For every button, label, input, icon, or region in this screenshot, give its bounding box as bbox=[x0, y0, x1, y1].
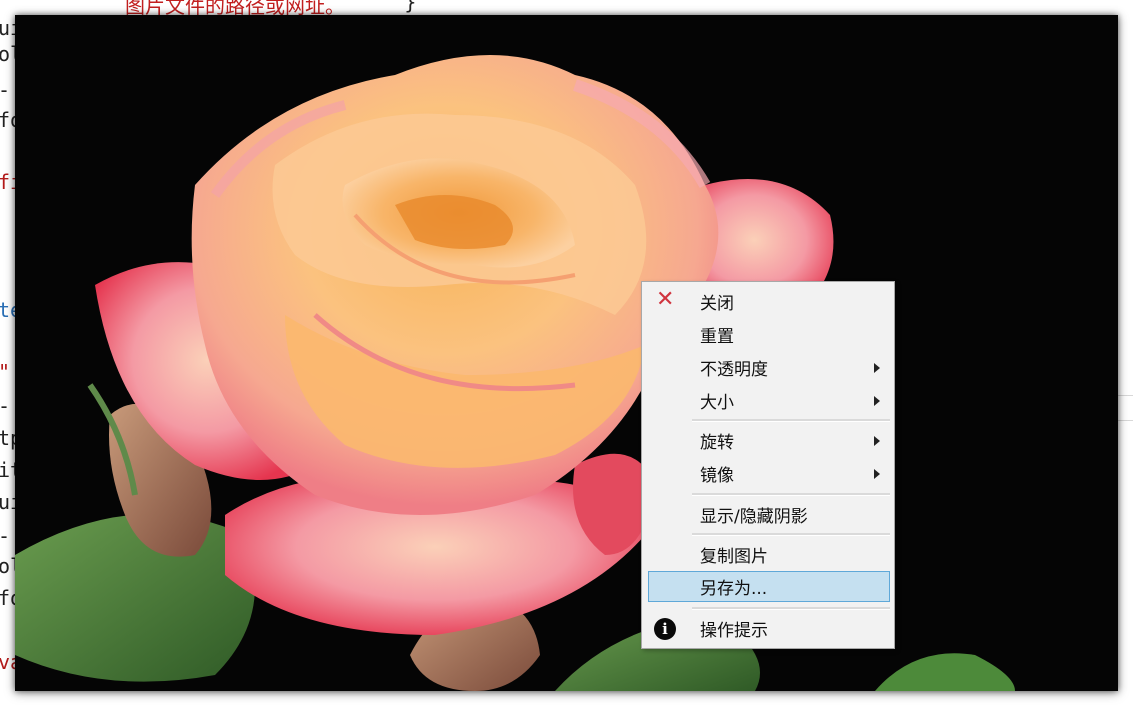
submenu-arrow-icon bbox=[874, 363, 880, 373]
menu-item-label: 另存为... bbox=[700, 579, 768, 599]
code-brace: } bbox=[404, 0, 417, 14]
menu-item-copy-image[interactable]: 复制图片 bbox=[648, 539, 890, 570]
submenu-arrow-icon bbox=[874, 436, 880, 446]
menu-item-size[interactable]: 大小 bbox=[648, 385, 890, 416]
menu-separator bbox=[692, 493, 890, 496]
menu-item-opacity[interactable]: 不透明度 bbox=[648, 352, 890, 383]
pinned-image-window[interactable] bbox=[15, 15, 1118, 691]
menu-item-reset[interactable]: 重置 bbox=[648, 319, 890, 350]
menu-item-rotate[interactable]: 旋转 bbox=[648, 425, 890, 456]
menu-separator bbox=[692, 607, 890, 610]
menu-item-tips[interactable]: i 操作提示 bbox=[648, 613, 890, 644]
submenu-arrow-icon bbox=[874, 396, 880, 406]
menu-item-label: 复制图片 bbox=[700, 547, 768, 567]
close-icon: ✕ bbox=[656, 287, 675, 312]
editor-divider bbox=[1118, 420, 1133, 421]
menu-item-mirror[interactable]: 镜像 bbox=[648, 458, 890, 489]
code-line: " bbox=[0, 362, 10, 382]
menu-item-label: 不透明度 bbox=[700, 360, 768, 380]
rose-image bbox=[15, 15, 1118, 691]
submenu-arrow-icon bbox=[874, 469, 880, 479]
menu-separator bbox=[692, 533, 890, 536]
context-menu: ✕ 关闭 重置 不透明度 大小 旋转 镜像 显示/隐藏阴影 复制图片 另存为..… bbox=[641, 281, 895, 649]
menu-item-toggle-shadow[interactable]: 显示/隐藏阴影 bbox=[648, 499, 890, 530]
info-icon: i bbox=[654, 618, 676, 640]
code-line: - bbox=[0, 80, 10, 100]
menu-item-label: 镜像 bbox=[700, 466, 734, 486]
menu-separator bbox=[692, 419, 890, 422]
menu-item-label: 大小 bbox=[700, 393, 734, 413]
code-line: - bbox=[0, 526, 10, 546]
editor-divider bbox=[1118, 395, 1133, 396]
menu-item-label: 操作提示 bbox=[700, 621, 768, 641]
menu-item-label: 显示/隐藏阴影 bbox=[700, 507, 808, 527]
menu-item-label: 重置 bbox=[700, 327, 734, 347]
code-line: - bbox=[0, 396, 10, 416]
menu-item-close[interactable]: ✕ 关闭 bbox=[648, 286, 890, 317]
menu-item-save-as[interactable]: 另存为... bbox=[648, 571, 890, 602]
menu-item-label: 关闭 bbox=[700, 294, 734, 314]
menu-item-label: 旋转 bbox=[700, 433, 734, 453]
